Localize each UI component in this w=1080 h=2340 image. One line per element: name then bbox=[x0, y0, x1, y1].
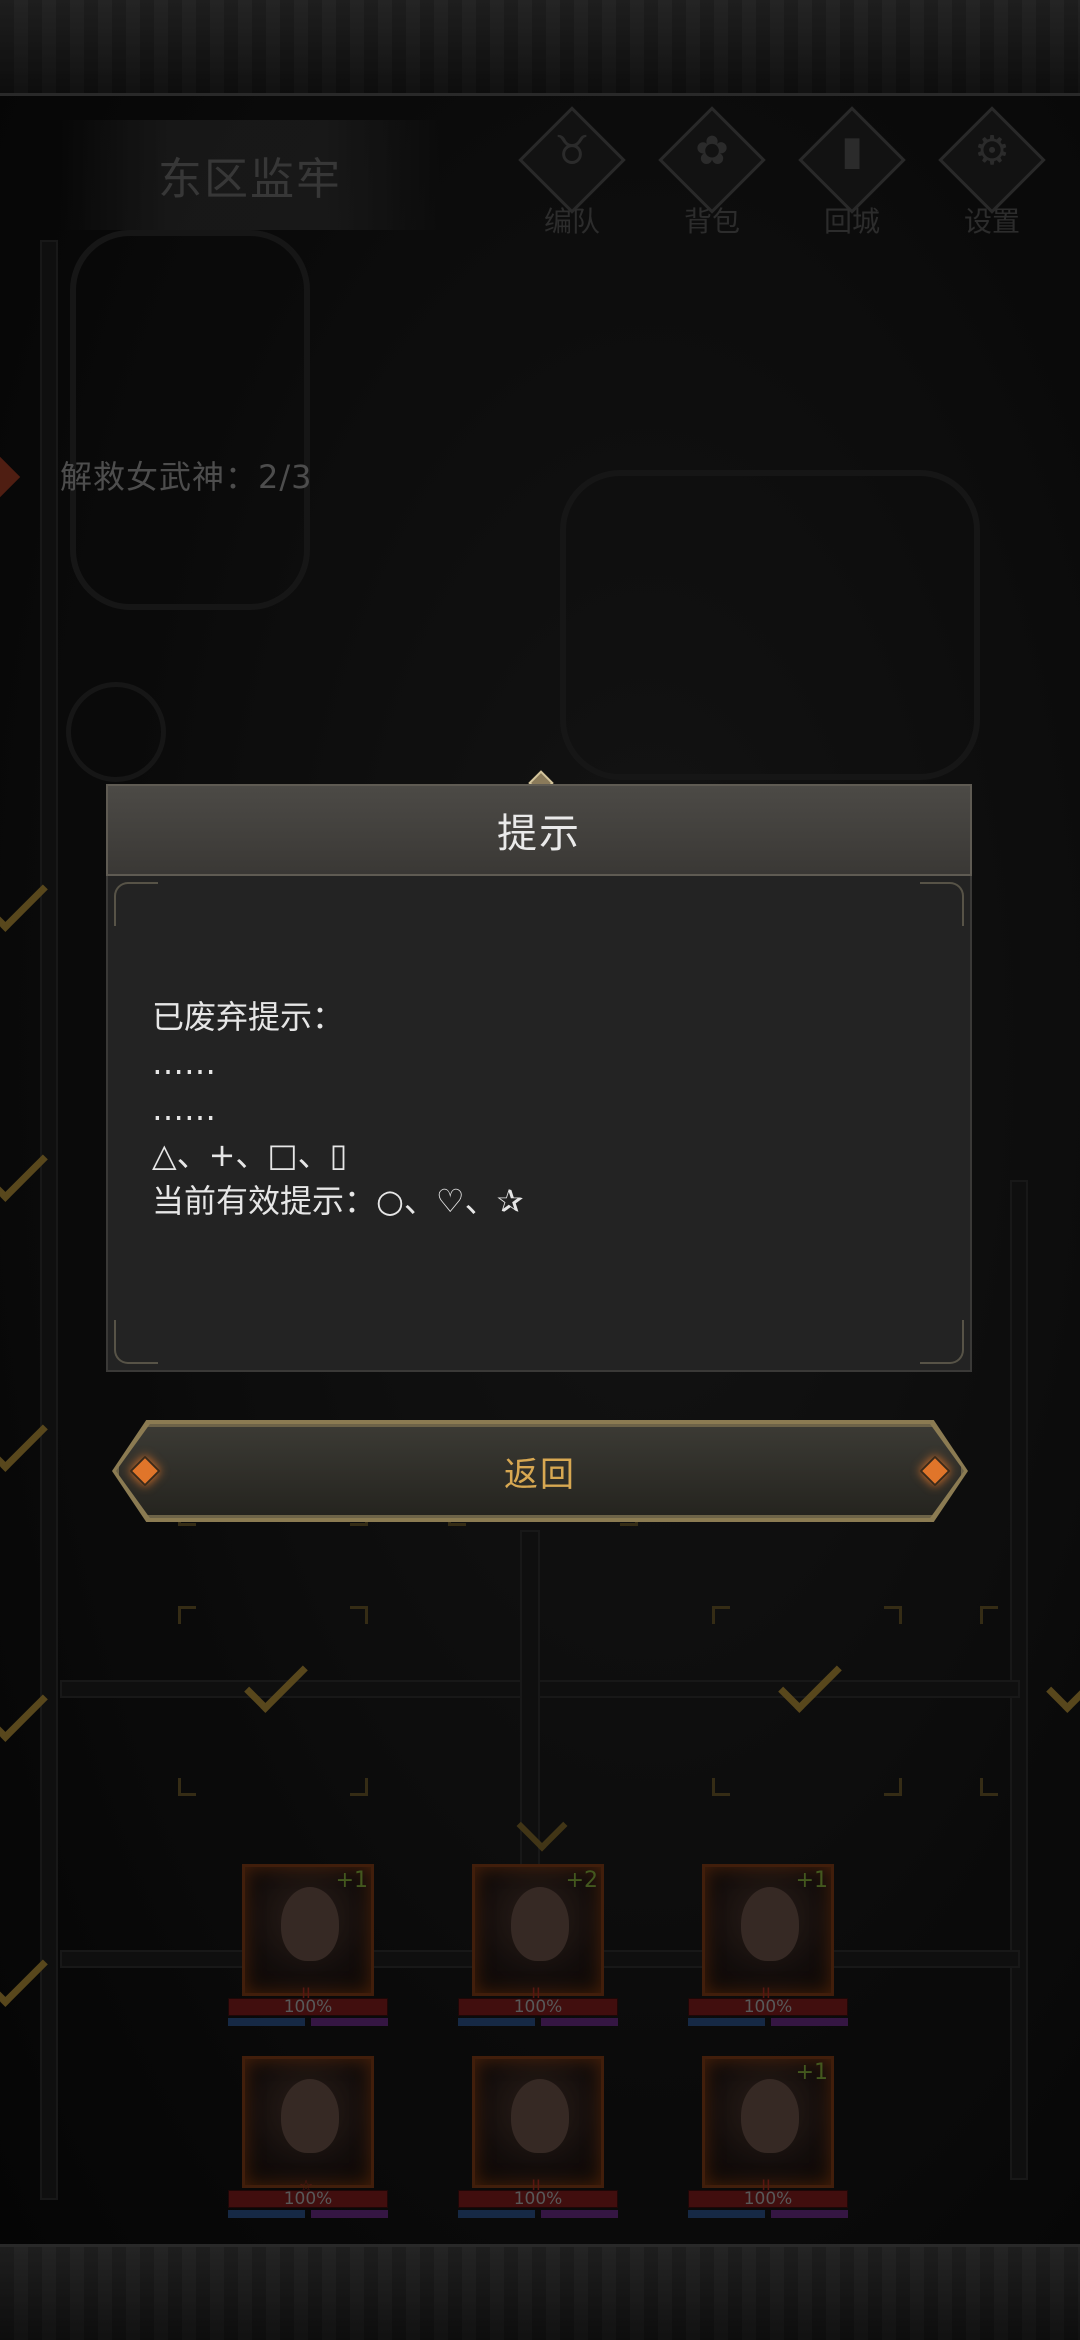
dialog-title: 提示 bbox=[497, 811, 581, 857]
corner-ornament bbox=[114, 1320, 158, 1364]
deprecated-hint-heading: 已废弃提示： bbox=[152, 998, 345, 1036]
hint-line: …… bbox=[152, 1090, 216, 1128]
dialog-header: 提示 bbox=[106, 784, 972, 876]
hint-text: 已废弃提示： …… …… △、+、□、▯ 当前有效提示：○、♡、✰ bbox=[152, 994, 932, 1224]
corner-ornament bbox=[920, 882, 964, 926]
back-button[interactable]: 返回 bbox=[116, 1424, 964, 1518]
dialog-body: 已废弃提示： …… …… △、+、□、▯ 当前有效提示：○、♡、✰ bbox=[106, 876, 972, 1372]
corner-ornament bbox=[920, 1320, 964, 1364]
hint-line: …… bbox=[152, 1044, 216, 1082]
current-hint-line: 当前有效提示：○、♡、✰ bbox=[152, 1182, 524, 1220]
deprecated-hint-symbols: △、+、□、▯ bbox=[152, 1136, 348, 1174]
corner-ornament bbox=[114, 882, 158, 926]
back-button-label: 返回 bbox=[504, 1454, 576, 1495]
